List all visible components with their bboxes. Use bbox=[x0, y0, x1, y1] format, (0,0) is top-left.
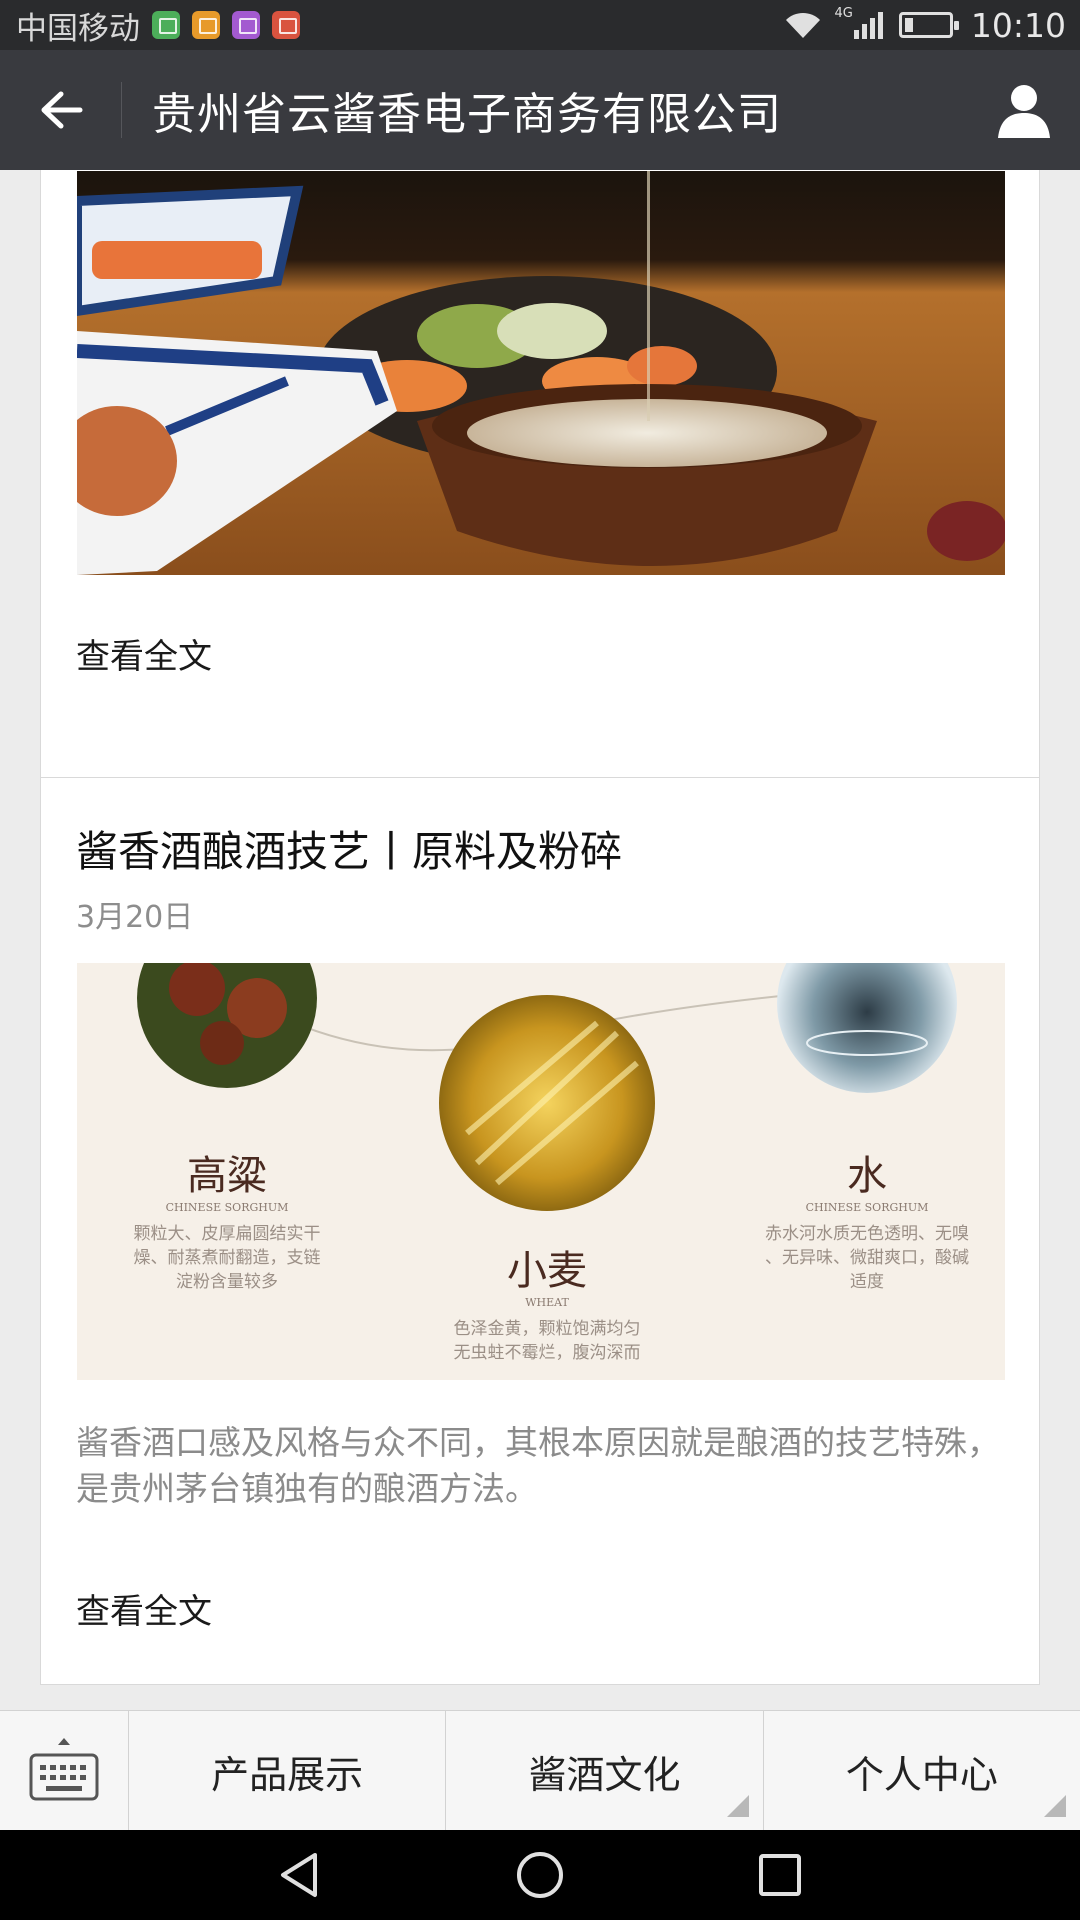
wheat-description: 色泽金黄，颗粒饱满均匀 无虫蛀不霉烂，腹沟深而 bbox=[417, 1317, 677, 1365]
notification-app-icon bbox=[152, 11, 180, 39]
wheat-english-label: WHEAT bbox=[525, 1296, 569, 1309]
recents-square-icon[interactable] bbox=[755, 1850, 805, 1900]
read-full-article-link[interactable]: 查看全文 bbox=[76, 629, 212, 678]
app-header: 贵州省云酱香电子商务有限公司 bbox=[0, 50, 1080, 170]
notification-video-icon bbox=[272, 11, 300, 39]
menu-item-label: 酱酒文化 bbox=[528, 1752, 681, 1797]
home-circle-icon[interactable] bbox=[515, 1850, 565, 1900]
submenu-indicator-icon bbox=[726, 1795, 749, 1817]
food-photo bbox=[77, 171, 1005, 575]
bottom-menu: 产品展示 酱酒文化 个人中心 bbox=[0, 1710, 1080, 1831]
menu-item-label: 产品展示 bbox=[211, 1752, 364, 1797]
menu-item-culture[interactable]: 酱酒文化 bbox=[446, 1711, 764, 1831]
water-description-line: 、无异味、微甜爽口，酸碱 bbox=[765, 1248, 969, 1268]
water-description: 赤水河水质无色透明、无嗅 、无异味、微甜爽口，酸碱 适度 bbox=[737, 1222, 997, 1294]
sorghum-label: 高粱 bbox=[187, 1153, 267, 1199]
profile-button[interactable] bbox=[994, 80, 1054, 140]
submenu-indicator-icon bbox=[1043, 1795, 1066, 1817]
carrier-name: 中国移动 bbox=[16, 10, 140, 47]
water-description-line: 适度 bbox=[850, 1272, 884, 1292]
clock: 10:10 bbox=[970, 5, 1066, 45]
keyboard-icon bbox=[29, 1738, 99, 1801]
wifi-icon bbox=[785, 12, 820, 38]
keyboard-toggle-button[interactable] bbox=[0, 1711, 129, 1831]
battery-icon bbox=[898, 12, 959, 38]
water-english-label: CHINESE SORGHUM bbox=[805, 1201, 929, 1214]
article-cover-image[interactable]: 高粱 CHINESE SORGHUM 颗粒大、皮厚扁圆结实干 燥、耐蒸煮耐翻造，… bbox=[77, 963, 1005, 1380]
article-excerpt: 酱香酒口感及风格与众不同，其根本原因就是酿酒的技艺特殊，是贵州茅台镇独有的酿酒方… bbox=[76, 1423, 1000, 1508]
menu-item-label: 个人中心 bbox=[845, 1752, 998, 1797]
signal-icon bbox=[853, 12, 883, 39]
back-triangle-icon[interactable] bbox=[275, 1850, 325, 1900]
article-title[interactable]: 酱香酒酿酒技艺丨原料及粉碎 bbox=[76, 818, 622, 879]
menu-item-personal-center[interactable]: 个人中心 bbox=[764, 1711, 1080, 1831]
back-button[interactable] bbox=[0, 50, 122, 170]
water-description-line: 赤水河水质无色透明、无嗅 bbox=[765, 1224, 969, 1244]
wheat-label: 小麦 bbox=[507, 1248, 587, 1294]
notification-app-icon bbox=[192, 11, 220, 39]
menu-item-products[interactable]: 产品展示 bbox=[129, 1711, 447, 1831]
wheat-description-line: 无虫蛀不霉烂，腹沟深而 bbox=[453, 1343, 641, 1363]
read-full-article-link[interactable]: 查看全文 bbox=[76, 1584, 212, 1633]
water-label: 水 bbox=[847, 1153, 887, 1199]
sorghum-description: 颗粒大、皮厚扁圆结实干 燥、耐蒸煮耐翻造，支链 淀粉含量较多 bbox=[107, 1222, 347, 1294]
wheat-description-line: 色泽金黄，颗粒饱满均匀 bbox=[453, 1319, 641, 1339]
article-date: 3月20日 bbox=[76, 900, 194, 935]
article-card[interactable]: 酱香酒酿酒技艺丨原料及粉碎 3月20日 高粱 CHINESE SORGHUM 颗… bbox=[40, 777, 1040, 1685]
sorghum-description-line: 颗粒大、皮厚扁圆结实干 bbox=[133, 1224, 321, 1244]
person-icon bbox=[998, 85, 1050, 138]
article-cover-image[interactable] bbox=[77, 171, 1005, 575]
article-list[interactable]: 查看全文 酱香酒酿酒技艺丨原料及粉碎 3月20日 高粱 CHINESE SORG… bbox=[0, 170, 1080, 1710]
notification-gallery-icon bbox=[232, 11, 260, 39]
system-navigation-bar bbox=[0, 1830, 1080, 1920]
status-bar: 中国移动 4G 10:10 bbox=[0, 0, 1080, 50]
sorghum-english-label: CHINESE SORGHUM bbox=[165, 1201, 289, 1214]
network-type: 4G bbox=[834, 6, 853, 21]
sorghum-description-line: 淀粉含量较多 bbox=[176, 1272, 278, 1292]
sorghum-description-line: 燥、耐蒸煮耐翻造，支链 bbox=[133, 1248, 321, 1268]
back-arrow-icon bbox=[41, 91, 83, 129]
page-title: 贵州省云酱香电子商务有限公司 bbox=[152, 89, 782, 140]
